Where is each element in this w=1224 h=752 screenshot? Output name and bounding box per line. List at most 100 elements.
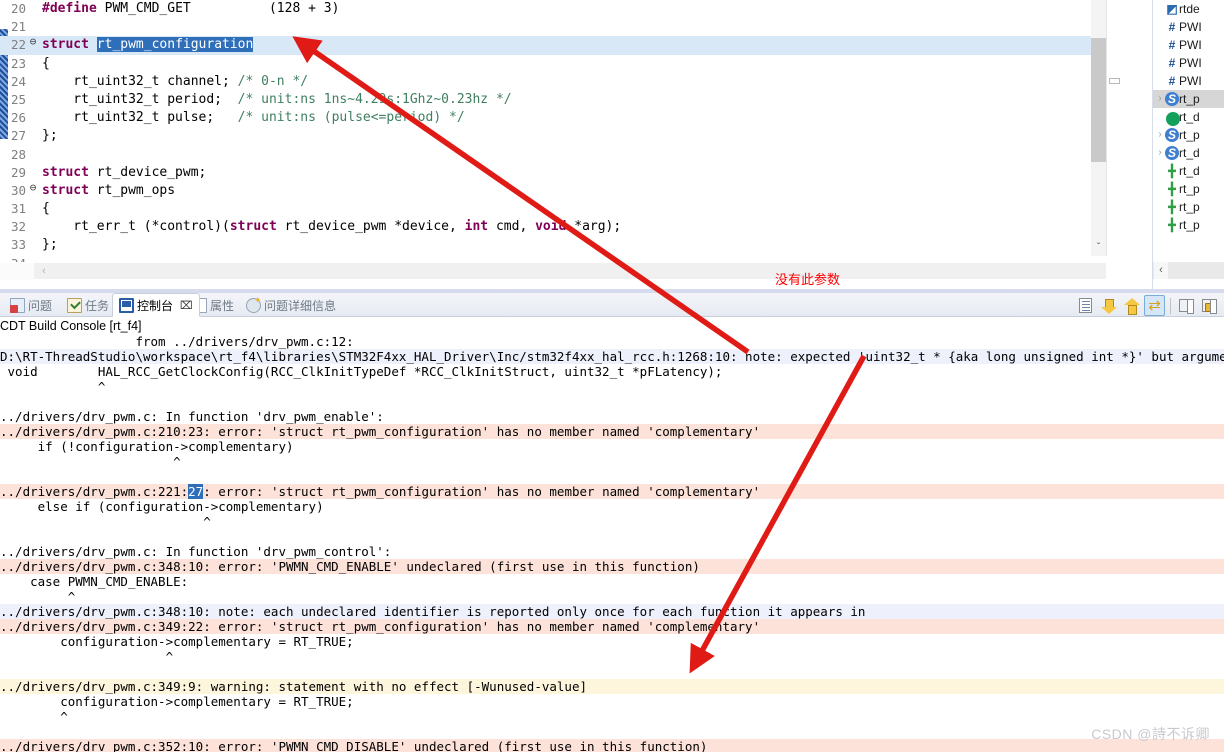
code-line[interactable]: 27}; — [0, 127, 1106, 145]
code-line[interactable]: 29 struct rt_device_pwm; — [0, 164, 1106, 182]
console-line[interactable]: ../drivers/drv_pwm.c: In function 'drv_p… — [0, 409, 1224, 424]
console-line[interactable]: ^ — [0, 709, 1224, 724]
console-line[interactable]: ../drivers/drv_pwm.c: In function 'drv_p… — [0, 544, 1224, 559]
outline-item[interactable]: › Srt_p — [1153, 126, 1224, 144]
chevron-right-icon[interactable]: › — [1155, 144, 1165, 162]
console-toolbar[interactable]: ⇄ — [1075, 295, 1220, 316]
scroll-down-icon[interactable]: ˇ — [1091, 240, 1106, 256]
code-token: { — [42, 55, 50, 71]
pin-console-button[interactable] — [1199, 295, 1220, 316]
console-line[interactable] — [0, 724, 1224, 739]
code-line[interactable]: 32 rt_err_t (*control)(struct rt_device_… — [0, 218, 1106, 236]
console-line[interactable] — [0, 394, 1224, 409]
console-line[interactable]: case PWMN_CMD_ENABLE: — [0, 574, 1224, 589]
tab-problems[interactable]: 问题 — [4, 293, 58, 317]
outline-item-label: rt_d — [1179, 164, 1200, 178]
console-line[interactable]: D:\RT-ThreadStudio\workspace\rt_f4\libra… — [0, 349, 1224, 364]
close-icon[interactable]: ⌧ — [180, 299, 193, 312]
scroll-up-button[interactable] — [1121, 295, 1142, 316]
display-console-button[interactable] — [1176, 295, 1197, 316]
code-line[interactable]: 24 rt_uint32_t channel; /* 0-n */ — [0, 73, 1106, 91]
code-line[interactable]: 23 { — [0, 55, 1106, 73]
problems-icon — [10, 297, 25, 313]
console-line[interactable]: void HAL_RCC_GetClockConfig(RCC_ClkInitT… — [0, 364, 1224, 379]
code-line[interactable]: 20 #define PWM_CMD_GET (128 + 3) — [0, 0, 1106, 18]
console-output[interactable]: from ../drivers/drv_pwm.c:12: D:\RT-Threa… — [0, 334, 1224, 752]
clear-console-button[interactable] — [1075, 295, 1096, 316]
outline-item[interactable]: ╋ rt_p — [1153, 180, 1224, 198]
toggle-swap-button[interactable]: ⇄ — [1144, 295, 1165, 316]
code-line[interactable]: 33}; — [0, 236, 1106, 254]
tab-console[interactable]: 控制台 ⌧ — [112, 293, 200, 317]
code-token: struct — [42, 182, 89, 198]
outline-item[interactable]: rt_d — [1153, 108, 1224, 126]
outline-item[interactable]: ╋ rt_p — [1153, 198, 1224, 216]
console-line[interactable]: ^ — [0, 454, 1224, 469]
define-icon: # — [1168, 20, 1176, 34]
code-line[interactable]: 31 { — [0, 200, 1106, 218]
code-line[interactable]: 28 — [0, 146, 1106, 164]
console-line[interactable] — [0, 664, 1224, 679]
outline-item[interactable]: ╋ rt_d — [1153, 162, 1224, 180]
outline-item[interactable]: › Srt_d — [1153, 144, 1224, 162]
fold-toggle-icon[interactable]: ⊖ — [28, 182, 38, 193]
line-number: 26 — [10, 110, 26, 126]
outline-item[interactable]: # PWI — [1153, 36, 1224, 54]
console-line[interactable]: ../drivers/drv_pwm.c:349:22: error: 'str… — [0, 619, 1224, 634]
outline-item[interactable]: # PWI — [1153, 54, 1224, 72]
code-line[interactable]: 21 — [0, 18, 1106, 36]
console-line[interactable]: else if (configuration->complementary) — [0, 499, 1224, 514]
console-line[interactable] — [0, 529, 1224, 544]
outline-item[interactable]: ╋ rt_p — [1153, 216, 1224, 234]
console-line[interactable]: ^ — [0, 589, 1224, 604]
outline-item[interactable]: # PWI — [1153, 18, 1224, 36]
console-line[interactable]: ^ — [0, 649, 1224, 664]
outline-item-label: rt_p — [1179, 200, 1200, 214]
struct-icon: S — [1165, 92, 1179, 106]
console-line[interactable]: if (!configuration->complementary) — [0, 439, 1224, 454]
bottom-view-stack: 问题详细信息 属性 控制台 ⌧ 任务 问题 ⇄ CDT Build Console [rt… — [0, 293, 1224, 752]
line-number: 30 — [10, 182, 26, 198]
console-line[interactable]: ../drivers/drv_pwm.c:221:27: error: 'str… — [0, 484, 1224, 499]
display-console-icon — [1179, 299, 1194, 314]
editor-horizontal-scrollbar[interactable]: ‹ — [0, 262, 1106, 280]
editor-overview-ruler[interactable] — [1106, 0, 1122, 256]
outline-scroll-left-icon[interactable]: ‹ — [1154, 262, 1168, 279]
editor-code-area[interactable]: 20 #define PWM_CMD_GET (128 + 3) 21 22 ⊖ stru… — [0, 0, 1106, 271]
editor-vertical-scroll-thumb[interactable] — [1091, 38, 1106, 162]
outline-item[interactable]: # PWI — [1153, 72, 1224, 90]
console-line[interactable]: ../drivers/drv_pwm.c:210:23: error: 'str… — [0, 424, 1224, 439]
code-line[interactable]: 25 rt_uint32_t period; /* unit:ns 1ns~4.… — [0, 91, 1106, 109]
console-line[interactable]: ^ — [0, 514, 1224, 529]
editor-vertical-scrollbar[interactable]: ˇ — [1091, 0, 1106, 256]
console-line[interactable] — [0, 469, 1224, 484]
console-line[interactable]: ^ — [0, 379, 1224, 394]
console-line-text: ../drivers/drv_pwm.c: In function 'drv_p… — [0, 544, 392, 559]
console-line[interactable]: ../drivers/drv_pwm.c:352:10: error: 'PWM… — [0, 739, 1224, 752]
console-line[interactable]: configuration->complementary = RT_TRUE; — [0, 634, 1224, 649]
outline-view[interactable]: ◩ rtde # PWI # PWI # PWI # PWI › Srt_p rt_d › Srt_p › Sr… — [1152, 0, 1224, 289]
outline-item[interactable]: ◩ rtde — [1153, 0, 1224, 18]
scroll-left-icon[interactable]: ‹ — [36, 263, 52, 280]
console-line[interactable]: ../drivers/drv_pwm.c:348:10: note: each … — [0, 604, 1224, 619]
line-number: 29 — [10, 164, 26, 180]
chevron-right-icon[interactable]: › — [1155, 90, 1165, 108]
fold-toggle-icon[interactable]: ⊖ — [28, 36, 38, 47]
outline-list[interactable]: ◩ rtde # PWI # PWI # PWI # PWI › Srt_p rt_d › Srt_p › Sr… — [1153, 0, 1224, 234]
console-line[interactable]: ../drivers/drv_pwm.c:348:10: error: 'PWM… — [0, 559, 1224, 574]
tab-problem-details[interactable]: 问题详细信息 — [240, 293, 342, 317]
console-line[interactable]: configuration->complementary = RT_TRUE; — [0, 694, 1224, 709]
console-line[interactable]: from ../drivers/drv_pwm.c:12: — [0, 334, 1224, 349]
chevron-right-icon[interactable]: › — [1155, 126, 1165, 144]
code-line[interactable]: 30 ⊖ struct rt_pwm_ops — [0, 182, 1106, 200]
code-line[interactable]: 26 rt_uint32_t pulse; /* unit:ns (pulse<… — [0, 109, 1106, 127]
outline-horizontal-scrollbar[interactable]: ‹ — [1153, 262, 1224, 279]
struct-icon: S — [1165, 146, 1179, 160]
tab-tasks[interactable]: 任务 — [61, 293, 115, 317]
code-editor[interactable]: 20 #define PWM_CMD_GET (128 + 3) 21 22 ⊖ stru… — [0, 0, 1144, 289]
code-line[interactable]: 22 ⊖ struct rt_pwm_configuration — [0, 36, 1106, 55]
view-tab-bar[interactable]: 问题详细信息 属性 控制台 ⌧ 任务 问题 ⇄ — [0, 293, 1224, 317]
scroll-lock-down-button[interactable] — [1098, 295, 1119, 316]
outline-item[interactable]: › Srt_p — [1153, 90, 1224, 108]
console-line[interactable]: ../drivers/drv_pwm.c:349:9: warning: sta… — [0, 679, 1224, 694]
